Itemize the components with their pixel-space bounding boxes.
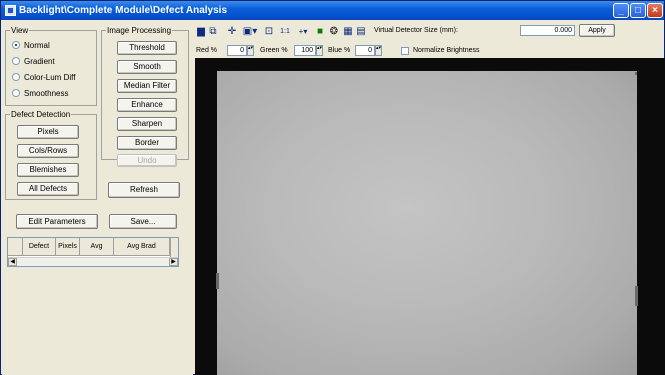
save-icon[interactable]: ▆ bbox=[196, 26, 206, 37]
table-horizontal-scrollbar[interactable]: ◀ ▶ bbox=[8, 257, 178, 266]
radio-icon bbox=[12, 73, 20, 81]
defect-table[interactable]: Defect Pixels Avg Avg Brad ◀ ▶ bbox=[7, 237, 179, 267]
column-header-blank bbox=[8, 238, 23, 256]
image-edge-marker bbox=[635, 72, 637, 75]
view-option-label: Normal bbox=[24, 40, 50, 50]
green-percent-input[interactable]: 100 bbox=[294, 45, 316, 56]
title-bar[interactable]: Backlight\Complete Module\Defect Analysi… bbox=[1, 1, 664, 20]
column-header-avg[interactable]: Avg bbox=[80, 238, 114, 256]
view-gradient-radio[interactable]: Gradient bbox=[12, 56, 55, 66]
blemishes-button[interactable]: Blemishes bbox=[17, 163, 79, 177]
apply-button[interactable]: Apply bbox=[579, 24, 615, 37]
maximize-button[interactable]: □ bbox=[630, 3, 646, 18]
view-option-label: Smoothness bbox=[24, 88, 69, 98]
crosshair-icon[interactable]: ✛ bbox=[226, 26, 238, 37]
red-percent-input[interactable]: 0 bbox=[227, 45, 247, 56]
toolbar: ▆ ⧉ ✛ ▣▾ ⊡ 1:1 +▾ ■ ❂ ▦ ▤ Virtual Detect… bbox=[194, 22, 664, 56]
radio-selected-icon bbox=[12, 41, 20, 49]
close-button[interactable]: × bbox=[647, 3, 663, 18]
red-spinner[interactable]: ▴▾ bbox=[247, 45, 254, 56]
red-percent-label: Red % bbox=[196, 47, 218, 54]
undo-button[interactable]: Undo bbox=[117, 154, 177, 167]
border-button[interactable]: Border bbox=[117, 136, 177, 150]
app-window: Backlight\Complete Module\Defect Analysi… bbox=[0, 0, 665, 375]
sharpen-button[interactable]: Sharpen bbox=[117, 117, 177, 131]
view-group-label: View bbox=[10, 26, 30, 35]
backlight-image bbox=[217, 71, 637, 375]
blue-percent-input[interactable]: 0 bbox=[355, 45, 375, 56]
table-vertical-scrollbar[interactable] bbox=[170, 238, 178, 258]
single-pixel-icon[interactable]: ⊡ bbox=[264, 26, 274, 37]
median-filter-button[interactable]: Median Filter bbox=[117, 79, 177, 93]
left-panel: View Normal Gradient Color-Lum Diff Smoo… bbox=[2, 20, 193, 375]
chart-icon[interactable]: ▦ bbox=[343, 26, 353, 37]
green-spinner[interactable]: ▴▾ bbox=[316, 45, 323, 56]
column-header-avg-brad[interactable]: Avg Brad bbox=[114, 238, 170, 256]
image-edge-marker bbox=[216, 273, 219, 289]
column-header-defect[interactable]: Defect bbox=[23, 238, 56, 256]
view-normal-radio[interactable]: Normal bbox=[12, 40, 50, 50]
minimize-button[interactable]: _ bbox=[613, 3, 629, 18]
radio-icon bbox=[12, 57, 20, 65]
normalize-brightness-checkbox[interactable] bbox=[401, 47, 409, 55]
view-color-lum-diff-radio[interactable]: Color-Lum Diff bbox=[12, 72, 75, 82]
one-to-one-icon[interactable]: 1:1 bbox=[278, 26, 292, 37]
threshold-button[interactable]: Threshold bbox=[117, 41, 177, 55]
window-title: Backlight\Complete Module\Defect Analysi… bbox=[19, 5, 228, 16]
virtual-detector-size-label: Virtual Detector Size (mm): bbox=[374, 27, 458, 34]
refresh-button[interactable]: Refresh bbox=[108, 182, 180, 198]
zoom-icon[interactable]: +▾ bbox=[294, 26, 312, 37]
view-group: View Normal Gradient Color-Lum Diff Smoo… bbox=[5, 26, 97, 106]
edit-parameters-button[interactable]: Edit Parameters bbox=[16, 214, 98, 229]
defect-detection-group-label: Defect Detection bbox=[10, 110, 72, 119]
blue-spinner[interactable]: ▴▾ bbox=[375, 45, 382, 56]
view-smoothness-radio[interactable]: Smoothness bbox=[12, 88, 68, 98]
green-percent-label: Green % bbox=[260, 47, 288, 54]
image-processing-group-label: Image Processing bbox=[106, 26, 173, 35]
column-header-pixels[interactable]: Pixels bbox=[56, 238, 80, 256]
defect-table-header: Defect Pixels Avg Avg Brad bbox=[8, 238, 170, 256]
virtual-detector-size-input[interactable]: 0.000 bbox=[520, 25, 575, 36]
blue-percent-label: Blue % bbox=[328, 47, 351, 54]
save-button[interactable]: Save... bbox=[109, 214, 177, 229]
normalize-brightness-label: Normalize Brightness bbox=[413, 47, 480, 54]
app-icon bbox=[5, 5, 16, 16]
radio-icon bbox=[12, 89, 20, 97]
view-option-label: Color-Lum Diff bbox=[24, 72, 76, 82]
scroll-right-icon[interactable]: ▶ bbox=[169, 258, 178, 266]
view-option-label: Gradient bbox=[24, 56, 55, 66]
image-viewer[interactable] bbox=[195, 58, 665, 375]
cols-rows-button[interactable]: Cols/Rows bbox=[17, 144, 79, 158]
image-edge-marker bbox=[635, 286, 638, 306]
histogram-icon[interactable]: ▤ bbox=[356, 26, 366, 37]
palette-icon[interactable]: ❂ bbox=[328, 26, 340, 37]
pixels-button[interactable]: Pixels bbox=[17, 125, 79, 139]
green-square-icon[interactable]: ■ bbox=[315, 26, 325, 37]
all-defects-button[interactable]: All Defects bbox=[17, 182, 79, 196]
window-dropdown-icon[interactable]: ▣▾ bbox=[240, 26, 260, 37]
smooth-button[interactable]: Smooth bbox=[117, 60, 177, 74]
scroll-left-icon[interactable]: ◀ bbox=[8, 258, 17, 266]
enhance-button[interactable]: Enhance bbox=[117, 98, 177, 112]
copy-icon[interactable]: ⧉ bbox=[208, 26, 218, 37]
